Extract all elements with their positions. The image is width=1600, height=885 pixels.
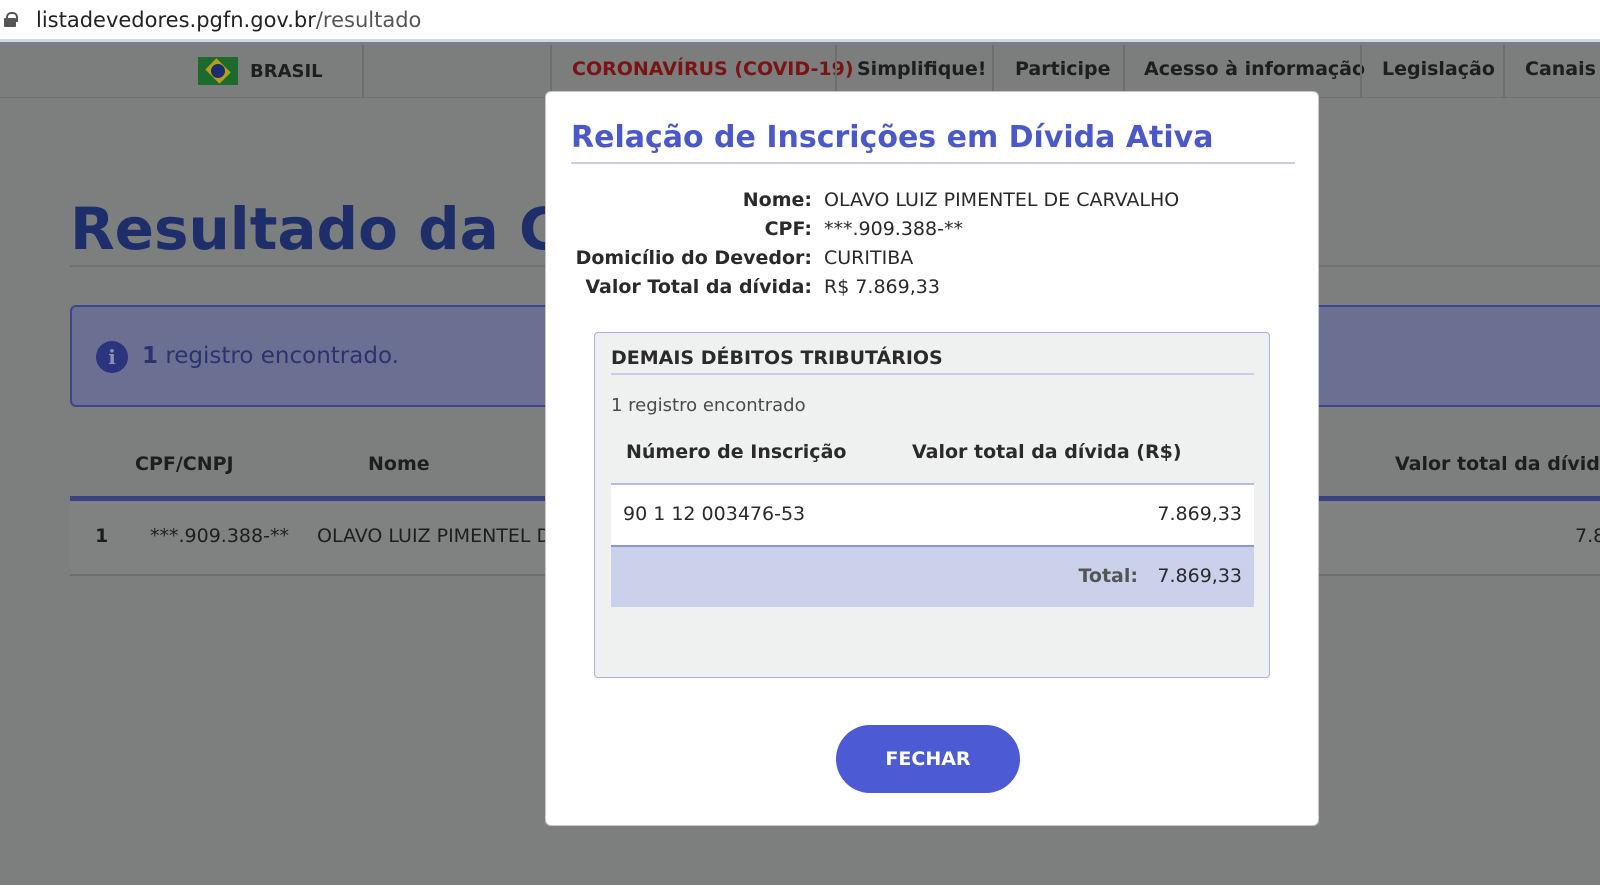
nav-link-participe[interactable]: Participe xyxy=(1015,58,1110,80)
row-cpf: ***.909.388-** xyxy=(150,525,289,547)
row-valor: 7.869,33 xyxy=(1575,525,1600,547)
alert-text: registro encontrado. xyxy=(158,343,399,369)
records-count: 1 registro encontrado xyxy=(611,395,806,416)
table-total-row: Total: 7.869,33 xyxy=(611,547,1254,607)
url-path: /resultado xyxy=(315,7,422,32)
divider xyxy=(1360,45,1362,98)
info-row-nome: Nome: OLAVO LUIZ PIMENTEL DE CARVALHO xyxy=(546,189,1320,217)
total-value: 7.869,33 xyxy=(1157,565,1242,587)
field-label: CPF: xyxy=(764,218,812,240)
close-button[interactable]: FECHAR xyxy=(836,725,1020,793)
column-header-valor[interactable]: Valor total da dívida (R$) xyxy=(912,441,1182,463)
debts-panel: DEMAIS DÉBITOS TRIBUTÁRIOS 1 registro en… xyxy=(594,332,1270,678)
divider xyxy=(1503,45,1505,98)
field-label: Valor Total da dívida: xyxy=(585,276,812,298)
brasil-link[interactable]: BRASIL xyxy=(198,57,323,85)
row-index: 1 xyxy=(95,525,109,547)
lock-icon xyxy=(4,11,18,28)
alert-count: 1 xyxy=(142,343,159,369)
field-label: Nome: xyxy=(742,189,812,211)
nav-link-canais[interactable]: Canais xyxy=(1525,58,1596,80)
column-header-cpf[interactable]: CPF/CNPJ xyxy=(135,453,234,475)
info-row-domicilio: Domicílio do Devedor: CURITIBA xyxy=(546,247,1320,275)
cell-valor: 7.869,33 xyxy=(1157,503,1242,525)
divider xyxy=(611,373,1254,375)
table-row[interactable]: 90 1 12 003476-53 7.869,33 xyxy=(611,485,1254,547)
panel-title: DEMAIS DÉBITOS TRIBUTÁRIOS xyxy=(611,347,943,369)
url-host: listadevedores.pgfn.gov.br xyxy=(36,7,316,32)
field-value: CURITIBA xyxy=(824,247,914,269)
column-header-inscricao[interactable]: Número de Inscrição xyxy=(626,441,846,463)
nav-link-simplifique[interactable]: Simplifique! xyxy=(857,58,986,80)
field-value: OLAVO LUIZ PIMENTEL DE CARVALHO xyxy=(824,189,1180,211)
debt-details-modal: Relação de Inscrições em Dívida Ativa No… xyxy=(545,91,1319,826)
url-text[interactable]: listadevedores.pgfn.gov.br/resultado xyxy=(36,8,421,32)
column-header-nome[interactable]: Nome xyxy=(368,453,430,475)
divider xyxy=(362,45,364,98)
nav-link-legislacao[interactable]: Legislação xyxy=(1382,58,1495,80)
divider xyxy=(571,162,1295,164)
column-header-valor[interactable]: Valor total da dívida (R$) xyxy=(1395,453,1600,475)
alert-message: 1 registro encontrado. xyxy=(142,343,399,369)
info-row-cpf: CPF: ***.909.388-** xyxy=(546,218,1320,246)
field-label: Domicílio do Devedor: xyxy=(575,247,812,269)
brazil-flag-icon xyxy=(198,57,238,85)
cell-inscricao: 90 1 12 003476-53 xyxy=(623,503,806,525)
field-value: ***.909.388-** xyxy=(824,218,963,240)
field-value: R$ 7.869,33 xyxy=(824,276,940,298)
nav-link-acesso-informacao[interactable]: Acesso à informação xyxy=(1144,58,1365,80)
nav-link-covid[interactable]: CORONAVÍRUS (COVID-19) xyxy=(572,58,854,80)
brasil-label: BRASIL xyxy=(250,60,323,82)
browser-address-bar[interactable]: listadevedores.pgfn.gov.br/resultado xyxy=(0,0,1600,42)
total-label: Total: xyxy=(1078,565,1138,587)
info-row-valor-total: Valor Total da dívida: R$ 7.869,33 xyxy=(546,276,1320,304)
info-icon: i xyxy=(96,341,128,373)
modal-title: Relação de Inscrições em Dívida Ativa xyxy=(571,120,1214,155)
